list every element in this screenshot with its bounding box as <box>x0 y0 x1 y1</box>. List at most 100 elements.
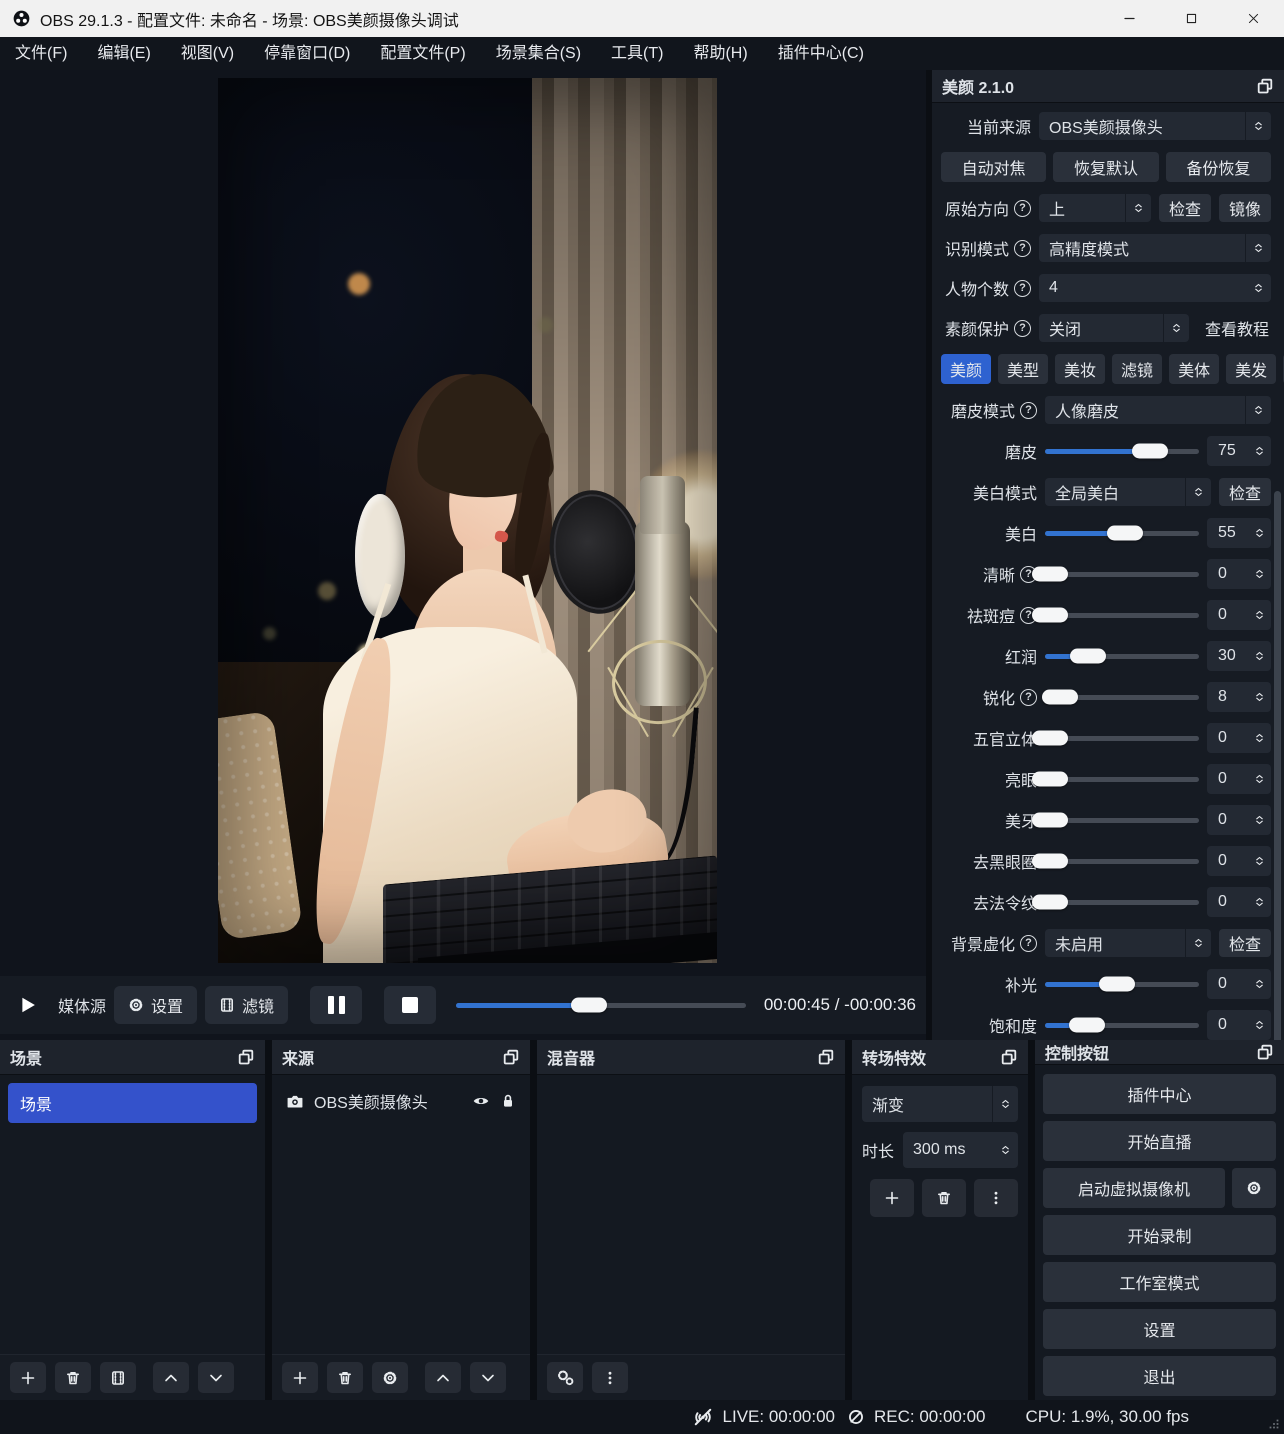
dock-float-icon[interactable] <box>1256 1043 1274 1061</box>
detect-mode-select[interactable]: 高精度模式 <box>1039 234 1271 262</box>
spinner-icon[interactable] <box>1254 566 1265 582</box>
spinner-icon[interactable] <box>1254 607 1265 623</box>
help-icon[interactable]: ? <box>1014 200 1031 217</box>
smooth-value[interactable]: 75 <box>1207 436 1271 466</box>
move-scene-up-button[interactable] <box>153 1362 189 1393</box>
spinner-icon[interactable] <box>1254 812 1265 828</box>
tab-body[interactable]: 美体 <box>1169 354 1219 384</box>
dock-float-icon[interactable] <box>237 1048 255 1066</box>
spinner-icon[interactable] <box>1254 730 1265 746</box>
play-icon[interactable] <box>18 995 38 1015</box>
backup-restore-button[interactable]: 备份恢复 <box>1166 152 1271 182</box>
help-icon[interactable]: ? <box>1014 240 1031 257</box>
help-icon[interactable]: ? <box>1014 320 1031 337</box>
start-virtual-camera-button[interactable]: 启动虚拟摄像机 <box>1043 1168 1225 1208</box>
advanced-audio-button[interactable] <box>547 1362 583 1393</box>
whiten-value[interactable]: 55 <box>1207 518 1271 548</box>
makeup-protect-select[interactable]: 关闭 <box>1039 314 1189 342</box>
plugin-center-button[interactable]: 插件中心 <box>1043 1074 1276 1114</box>
nasolabial-slider[interactable] <box>1045 888 1199 916</box>
whiten-mode-select[interactable]: 全局美白 <box>1045 478 1211 506</box>
tab-hair[interactable]: 美发 <box>1226 354 1276 384</box>
maximize-button[interactable] <box>1160 0 1222 37</box>
minimize-button[interactable] <box>1098 0 1160 37</box>
bg-blur-check-button[interactable]: 检查 <box>1219 929 1271 957</box>
nasolabial-value[interactable]: 0 <box>1207 887 1271 917</box>
lock-icon[interactable] <box>500 1093 516 1109</box>
spinner-icon[interactable] <box>1245 112 1271 140</box>
scene-list-item[interactable]: 场景 <box>8 1083 257 1123</box>
spinner-icon[interactable] <box>1254 853 1265 869</box>
add-scene-button[interactable] <box>10 1362 46 1393</box>
remove-source-button[interactable] <box>327 1362 363 1393</box>
orientation-select[interactable]: 上 <box>1039 194 1151 222</box>
dock-float-icon[interactable] <box>502 1048 520 1066</box>
spinner-icon[interactable] <box>1254 443 1265 459</box>
rosy-slider[interactable] <box>1045 642 1199 670</box>
whiten-slider[interactable] <box>1045 519 1199 547</box>
move-scene-down-button[interactable] <box>198 1362 234 1393</box>
media-progress-slider[interactable] <box>456 991 746 1019</box>
spinner-icon[interactable] <box>1245 234 1271 262</box>
move-source-up-button[interactable] <box>425 1362 461 1393</box>
white-teeth-slider[interactable] <box>1045 806 1199 834</box>
media-filters-button[interactable]: 滤镜 <box>205 986 288 1024</box>
tab-beauty[interactable]: 美颜 <box>941 354 991 384</box>
person-count-spinner[interactable]: 4 <box>1039 274 1271 302</box>
spinner-icon[interactable] <box>1254 894 1265 910</box>
resize-grip[interactable] <box>1267 1417 1281 1431</box>
spinner-icon[interactable] <box>1254 689 1265 705</box>
view-tutorial-link[interactable]: 查看教程 <box>1203 316 1271 340</box>
menu-item-1[interactable]: 编辑(E) <box>82 37 165 70</box>
spinner-icon[interactable] <box>992 1132 1018 1168</box>
spinner-icon[interactable] <box>1185 929 1211 957</box>
studio-mode-button[interactable]: 工作室模式 <box>1043 1262 1276 1302</box>
scrollbar-thumb[interactable] <box>1274 491 1281 1051</box>
mirror-button[interactable]: 镜像 <box>1219 194 1271 222</box>
close-button[interactable] <box>1222 0 1284 37</box>
anti-acne-slider[interactable] <box>1045 601 1199 629</box>
orientation-check-button[interactable]: 检查 <box>1159 194 1211 222</box>
dock-float-icon[interactable] <box>817 1048 835 1066</box>
visibility-eye-icon[interactable] <box>472 1092 490 1110</box>
clarity-slider[interactable] <box>1045 560 1199 588</box>
saturation-slider[interactable] <box>1045 1011 1199 1039</box>
menu-item-4[interactable]: 配置文件(P) <box>365 37 480 70</box>
menu-item-0[interactable]: 文件(F) <box>0 37 82 70</box>
settings-button[interactable]: 设置 <box>1043 1309 1276 1349</box>
restore-defaults-button[interactable]: 恢复默认 <box>1053 152 1158 182</box>
smooth-slider[interactable] <box>1045 437 1199 465</box>
help-icon[interactable]: ? <box>1020 935 1037 952</box>
spinner-icon[interactable] <box>1245 396 1271 424</box>
saturation-value[interactable]: 0 <box>1207 1010 1271 1040</box>
smooth-mode-select[interactable]: 人像磨皮 <box>1045 396 1271 424</box>
fill-light-slider[interactable] <box>1045 970 1199 998</box>
white-teeth-value[interactable]: 0 <box>1207 805 1271 835</box>
menu-item-6[interactable]: 工具(T) <box>596 37 678 70</box>
face-3d-value[interactable]: 0 <box>1207 723 1271 753</box>
spinner-icon[interactable] <box>992 1086 1018 1122</box>
menu-item-7[interactable]: 帮助(H) <box>678 37 762 70</box>
face-3d-slider[interactable] <box>1045 724 1199 752</box>
remove-scene-button[interactable] <box>55 1362 91 1393</box>
spinner-icon[interactable] <box>1254 976 1265 992</box>
scene-filters-button[interactable] <box>100 1362 136 1393</box>
bg-blur-select[interactable]: 未启用 <box>1045 929 1211 957</box>
fill-light-value[interactable]: 0 <box>1207 969 1271 999</box>
stop-button[interactable] <box>384 986 436 1024</box>
virtual-camera-settings-button[interactable] <box>1232 1168 1276 1208</box>
move-source-down-button[interactable] <box>470 1362 506 1393</box>
spinner-icon[interactable] <box>1254 525 1265 541</box>
spinner-icon[interactable] <box>1163 314 1189 342</box>
dock-float-icon[interactable] <box>1000 1048 1018 1066</box>
tab-shape[interactable]: 美型 <box>998 354 1048 384</box>
bright-eyes-slider[interactable] <box>1045 765 1199 793</box>
transition-select[interactable]: 渐变 <box>862 1086 1018 1122</box>
anti-acne-value[interactable]: 0 <box>1207 600 1271 630</box>
current-source-select[interactable]: OBS美颜摄像头 <box>1039 112 1271 140</box>
tab-filter[interactable]: 滤镜 <box>1112 354 1162 384</box>
spinner-icon[interactable] <box>1245 274 1271 302</box>
media-settings-button[interactable]: 设置 <box>114 986 197 1024</box>
add-source-button[interactable] <box>282 1362 318 1393</box>
start-streaming-button[interactable]: 开始直播 <box>1043 1121 1276 1161</box>
